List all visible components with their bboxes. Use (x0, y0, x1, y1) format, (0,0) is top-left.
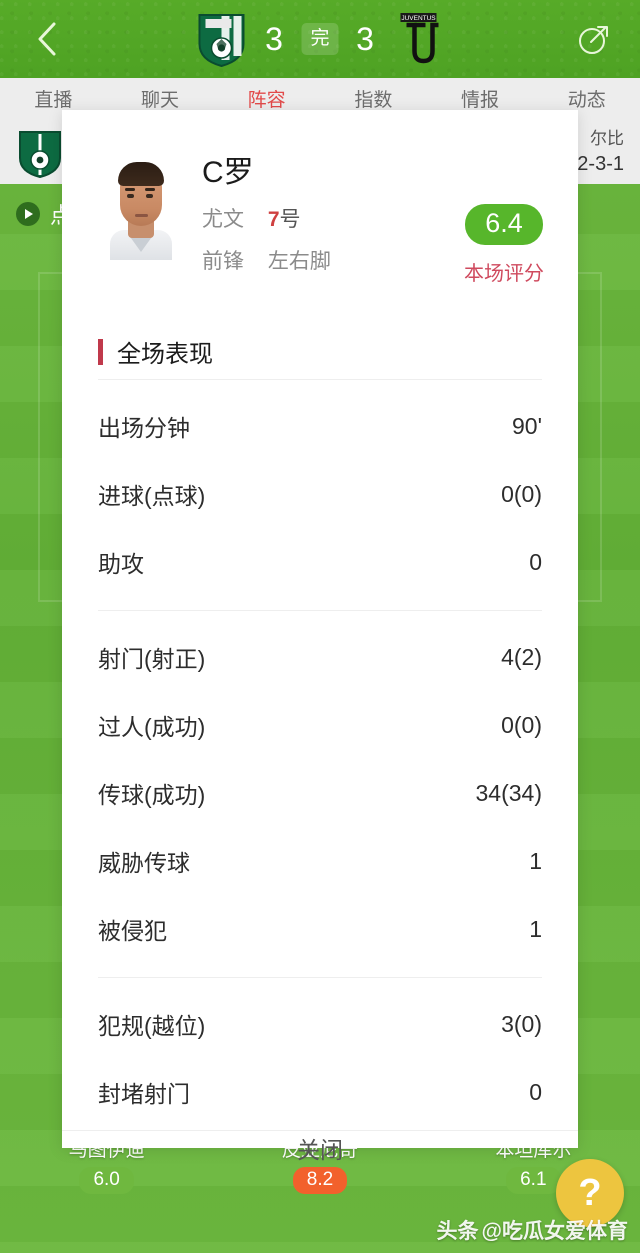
player-name: C罗 (202, 156, 254, 189)
stat-label: 犯规(越位) (98, 1013, 206, 1040)
player-identity: C罗 尤文 7号 前锋 左右脚 (202, 152, 464, 275)
stat-row: 助攻 0 (98, 528, 542, 596)
svg-text:JUVENTUS: JUVENTUS (401, 15, 436, 22)
stats-list: 出场分钟 90' 进球(点球) 0(0) 助攻 0 射门(射正) 4(2) 过人… (62, 369, 578, 1130)
player-team: 尤文 (202, 208, 244, 231)
player-number: 7 (267, 208, 280, 231)
player-foot: 左右脚 (267, 250, 331, 273)
section-title-text: 全场表现 (117, 341, 213, 369)
stat-row: 进球(点球) 0(0) (98, 460, 542, 528)
watermark-prefix: 头条 (436, 1220, 479, 1243)
stat-value: 4(2) (501, 643, 542, 670)
stat-label: 助攻 (98, 551, 144, 578)
close-button[interactable]: 关闭 (62, 1130, 578, 1165)
stat-value: 0(0) (501, 480, 542, 507)
stat-label: 被侵犯 (98, 918, 167, 945)
stat-value: 34(34) (475, 779, 542, 806)
stat-row: 出场分钟 90' (98, 392, 542, 460)
player-number-suffix: 号 (279, 208, 301, 231)
player-rating-value: 6.4 (465, 204, 543, 246)
player-stats-modal: C罗 尤文 7号 前锋 左右脚 6.4 本场评分 全场表现 出场分钟 90' 进… (62, 110, 578, 1163)
stat-label: 进球(点球) (98, 483, 206, 510)
stat-row: 被侵犯 1 (98, 895, 542, 963)
stat-value: 1 (529, 847, 542, 874)
stat-divider (98, 379, 542, 381)
formation-info: 尔比 2-3-1 (577, 128, 624, 178)
player-rating-block: 6.4 本场评分 (464, 152, 544, 286)
stat-row: 威胁传球 1 (98, 827, 542, 895)
formation-label: 尔比 (590, 129, 624, 149)
stat-value: 0 (529, 1078, 542, 1105)
top-header-bar: 3 完 3 JUVENTUS (0, 0, 640, 78)
match-detail-screen: 尔比 2-3-1 点 马图伊迪 6.0 皮亚尼奇 8.2 本坦库尔 6.1 ? … (0, 0, 640, 1253)
formation-value: 2-3-1 (577, 152, 624, 175)
scoreboard: 3 完 3 JUVENTUS (195, 11, 445, 68)
player-team-number: 尤文 7号 (202, 203, 464, 233)
player-rating-badge: 6.1 (506, 1167, 561, 1194)
play-icon[interactable] (16, 202, 40, 226)
stat-label: 出场分钟 (98, 415, 190, 442)
stat-label: 传球(成功) (98, 782, 206, 809)
close-button-label: 关闭 (297, 1137, 343, 1164)
stat-group-0: 出场分钟 90' 进球(点球) 0(0) 助攻 0 (98, 384, 542, 600)
stat-group-2: 犯规(越位) 3(0) 封堵射门 0 (98, 982, 542, 1130)
stat-value: 0 (529, 548, 542, 575)
tab-feed[interactable]: 动态 (533, 91, 640, 110)
stat-group-1: 射门(射正) 4(2) 过人(成功) 0(0) 传球(成功) 34(34) 威胁… (98, 615, 542, 967)
sassuolo-badge-small (16, 128, 64, 179)
home-score: 3 (265, 20, 284, 57)
stat-divider (98, 610, 542, 612)
stat-value: 3(0) (501, 1010, 542, 1037)
tab-lineup[interactable]: 阵容 (213, 91, 320, 110)
player-avatar-photo (98, 152, 184, 260)
stat-row: 射门(射正) 4(2) (98, 623, 542, 691)
tab-odds[interactable]: 指数 (320, 91, 427, 110)
stat-value: 90' (512, 412, 542, 439)
stat-row: 犯规(越位) 3(0) (98, 990, 542, 1058)
stat-label: 射门(射正) (98, 646, 206, 673)
stat-label: 威胁传球 (98, 850, 190, 877)
player-position-foot: 前锋 左右脚 (202, 245, 464, 275)
tab-chat[interactable]: 聊天 (107, 91, 214, 110)
match-status-badge: 完 (301, 23, 339, 55)
stat-row: 封堵射门 0 (98, 1058, 542, 1126)
section-accent-bar (98, 338, 103, 365)
away-team-badge: JUVENTUS (393, 11, 445, 67)
away-score: 3 (356, 20, 375, 57)
tab-live[interactable]: 直播 (0, 91, 107, 110)
player-rating-label: 本场评分 (464, 263, 544, 286)
stat-label: 封堵射门 (98, 1081, 190, 1108)
tab-intel[interactable]: 情报 (427, 91, 534, 110)
section-header: 全场表现 (62, 308, 578, 369)
player-position: 前锋 (202, 250, 244, 273)
watermark: 头条 @吃瓜女爱体育 (437, 1215, 628, 1245)
player-rating-badge: 6.0 (79, 1167, 134, 1194)
back-button[interactable] (30, 19, 64, 59)
stat-divider (98, 977, 542, 979)
stat-value: 1 (529, 915, 542, 942)
player-rating-badge: 8.2 (292, 1167, 348, 1194)
stat-row: 传球(成功) 34(34) (98, 759, 542, 827)
home-team-badge (195, 11, 247, 68)
player-header: C罗 尤文 7号 前锋 左右脚 6.4 本场评分 (62, 110, 578, 286)
stat-label: 过人(成功) (98, 714, 206, 741)
stat-row: 过人(成功) 0(0) (98, 691, 542, 759)
question-mark-icon: ? (578, 1171, 602, 1214)
stat-value: 0(0) (501, 711, 542, 738)
share-button[interactable] (574, 19, 614, 59)
watermark-handle: @吃瓜女爱体育 (481, 1220, 628, 1243)
